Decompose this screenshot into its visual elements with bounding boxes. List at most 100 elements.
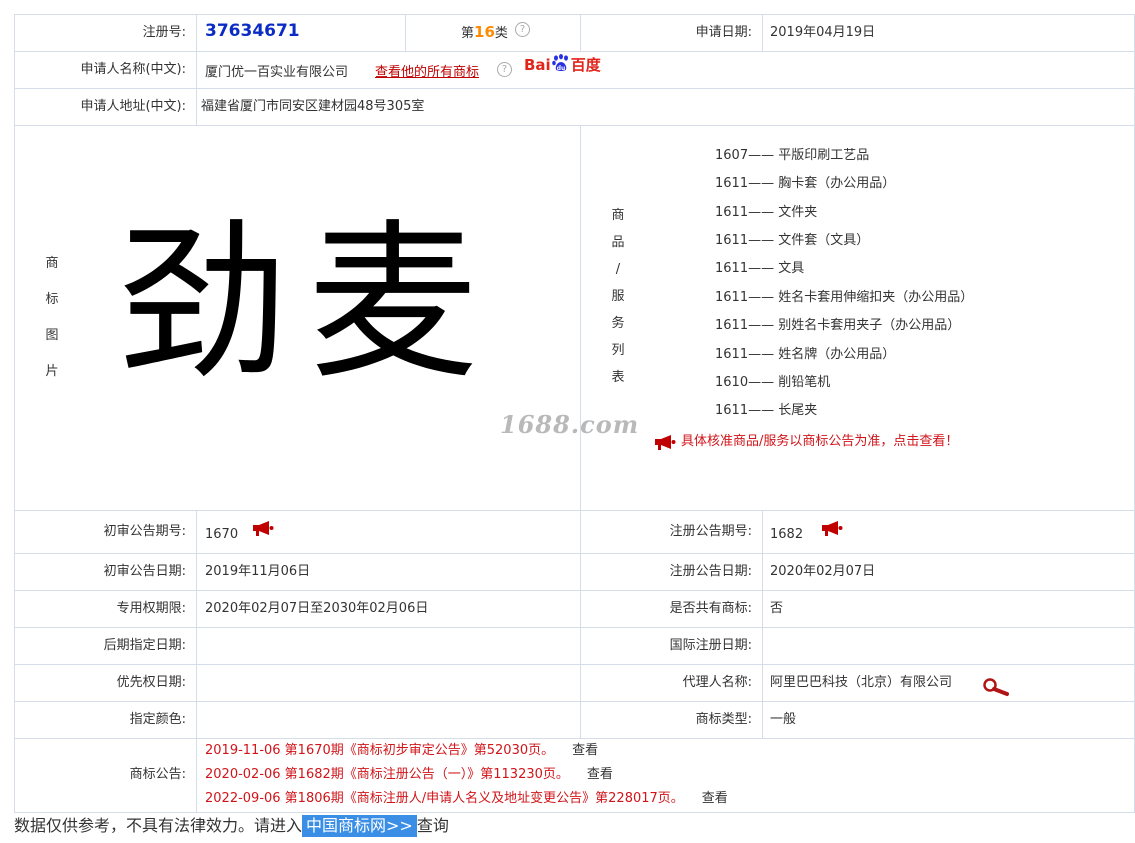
disclaimer-text: 数据仅供参考，不具有法律效力。请进入 bbox=[14, 816, 303, 835]
registration-number-label: 注册号: bbox=[142, 25, 186, 40]
registration-number: 37634671 bbox=[205, 21, 300, 41]
china-trademark-button[interactable]: 中国商标网>> bbox=[302, 815, 417, 837]
applicant-name-label: 申请人名称(中文): bbox=[80, 62, 186, 77]
announcement-view-link[interactable]: 查看 bbox=[587, 767, 613, 782]
goods-label-char: 表 bbox=[611, 370, 625, 385]
announcement-view-link[interactable]: 查看 bbox=[702, 791, 728, 806]
exclusive-term: 2020年02月07日至2030年02月06日 bbox=[205, 601, 429, 616]
prelim-announcement-no: 1670 bbox=[205, 527, 239, 542]
reg-announcement-no: 1682 bbox=[770, 527, 804, 542]
list-item: 1611—— 文件夹 bbox=[715, 203, 817, 223]
prelim-announcement-no-label: 初审公告期号: bbox=[103, 524, 186, 539]
applicant-help-icon[interactable]: ? bbox=[497, 62, 512, 77]
goods-name: 文件套（文具） bbox=[778, 233, 870, 248]
prelim-megaphone-icon[interactable] bbox=[251, 520, 274, 536]
exclusive-term-label: 专用权期限: bbox=[116, 601, 186, 616]
all-trademarks-link[interactable]: 查看他的所有商标 bbox=[375, 63, 479, 83]
list-item: 1611—— 姓名牌（办公用品） bbox=[715, 345, 895, 365]
goods-label-char: 品 bbox=[611, 235, 625, 250]
svg-text:du: du bbox=[556, 65, 565, 72]
class-help-icon[interactable]: ? bbox=[515, 22, 530, 37]
agent-label: 代理人名称: bbox=[682, 675, 752, 690]
goods-name: 削铅笔机 bbox=[778, 375, 831, 390]
class-info: 第16类 bbox=[461, 22, 508, 44]
baidu-cn-text: 百度 bbox=[570, 56, 601, 74]
announcement-text: 2022-09-06 第1806期《商标注册人/申请人名义及地址变更公告》第22… bbox=[205, 791, 684, 806]
class-suffix: 类 bbox=[494, 26, 508, 41]
megaphone-icon bbox=[653, 434, 676, 450]
image-label-char: 片 bbox=[45, 364, 59, 379]
goods-name: 姓名卡套用伸缩扣夹（办公用品） bbox=[778, 290, 974, 305]
applicant-address-label: 申请人地址(中文): bbox=[80, 99, 186, 114]
mark-type-label: 商标类型: bbox=[695, 712, 752, 727]
goods-code: 1611—— bbox=[715, 176, 775, 191]
disclaimer: 数据仅供参考，不具有法律效力。请进入 中国商标网>> 查询 bbox=[14, 814, 449, 838]
baidu-search-link[interactable]: Bai du 百度 bbox=[524, 54, 601, 75]
announcement-text: 2020-02-06 第1682期《商标注册公告（一）》第113230页。 bbox=[205, 767, 569, 782]
watermark: 1688.com bbox=[500, 410, 640, 439]
goods-code: 1611—— bbox=[715, 318, 775, 333]
baidu-paw-icon: du bbox=[551, 54, 571, 72]
announcements-label: 商标公告: bbox=[129, 767, 186, 782]
reg-date: 2020年02月07日 bbox=[770, 564, 876, 579]
list-item: 1611—— 别姓名卡套用夹子（办公用品） bbox=[715, 316, 960, 336]
baidu-logo-text: Bai bbox=[524, 56, 551, 74]
prelim-date: 2019年11月06日 bbox=[205, 564, 311, 579]
goods-label-char: 商 bbox=[611, 208, 625, 223]
goods-name: 姓名牌（办公用品） bbox=[778, 347, 896, 362]
goods-code: 1611—— bbox=[715, 261, 775, 276]
goods-label-char: / bbox=[615, 262, 621, 277]
list-item: 1611—— 胸卡套（办公用品） bbox=[715, 174, 895, 194]
goods-code: 1610—— bbox=[715, 375, 775, 390]
goods-code: 1611—— bbox=[715, 233, 775, 248]
shared-mark: 否 bbox=[770, 601, 784, 616]
search-icon[interactable] bbox=[982, 677, 1010, 697]
prelim-date-label: 初审公告日期: bbox=[103, 564, 186, 579]
intl-reg-date-label: 国际注册日期: bbox=[669, 638, 752, 653]
announcement-view-link[interactable]: 查看 bbox=[572, 743, 598, 758]
list-item: 1607—— 平版印刷工艺品 bbox=[715, 146, 869, 166]
later-designation-label: 后期指定日期: bbox=[103, 638, 186, 653]
goods-name: 平版印刷工艺品 bbox=[778, 148, 870, 163]
list-item: 1611—— 文件套（文具） bbox=[715, 231, 869, 251]
list-item: 1611—— 长尾夹 bbox=[715, 401, 817, 421]
goods-label-char: 列 bbox=[611, 343, 625, 358]
goods-code: 1611—— bbox=[715, 205, 775, 220]
apply-date-label: 申请日期: bbox=[695, 25, 752, 40]
image-label-char: 标 bbox=[45, 292, 59, 307]
goods-code: 1611—— bbox=[715, 290, 775, 305]
goods-name: 文具 bbox=[778, 261, 805, 276]
class-prefix: 第 bbox=[461, 26, 475, 41]
mark-type: 一般 bbox=[770, 712, 797, 727]
list-item: 2022-09-06 第1806期《商标注册人/申请人名义及地址变更公告》第22… bbox=[205, 789, 728, 809]
reg-megaphone-icon[interactable] bbox=[820, 520, 843, 536]
list-item: 2020-02-06 第1682期《商标注册公告（一）》第113230页。 查看 bbox=[205, 765, 613, 785]
priority-date-label: 优先权日期: bbox=[116, 675, 186, 690]
goods-name: 文件夹 bbox=[778, 205, 818, 220]
designated-color-label: 指定颜色: bbox=[129, 712, 186, 727]
class-number: 16 bbox=[474, 23, 495, 41]
announcement-text: 2019-11-06 第1670期《商标初步审定公告》第52030页。 bbox=[205, 743, 555, 758]
goods-label-char: 务 bbox=[611, 316, 625, 331]
list-item: 1611—— 文具 bbox=[715, 259, 804, 279]
goods-label-char: 服 bbox=[611, 289, 625, 304]
list-item: 1610—— 削铅笔机 bbox=[715, 373, 830, 393]
goods-code: 1611—— bbox=[715, 347, 775, 362]
shared-mark-label: 是否共有商标: bbox=[669, 601, 752, 616]
image-label-char: 图 bbox=[45, 328, 59, 343]
trademark-image-text: 劲麦 bbox=[118, 205, 499, 403]
list-item: 1611—— 姓名卡套用伸缩扣夹（办公用品） bbox=[715, 288, 973, 308]
apply-date: 2019年04月19日 bbox=[770, 25, 876, 40]
list-item: 2019-11-06 第1670期《商标初步审定公告》第52030页。 查看 bbox=[205, 741, 598, 761]
reg-date-label: 注册公告日期: bbox=[669, 564, 752, 579]
reg-announcement-no-label: 注册公告期号: bbox=[669, 524, 752, 539]
image-label-char: 商 bbox=[45, 256, 59, 271]
agent-name: 阿里巴巴科技（北京）有限公司 bbox=[770, 675, 953, 690]
goods-name: 别姓名卡套用夹子（办公用品） bbox=[778, 318, 961, 333]
goods-notice-link[interactable]: 具体核准商品/服务以商标公告为准，点击查看！ bbox=[681, 432, 958, 452]
applicant-address: 福建省厦门市同安区建材园48号305室 bbox=[201, 99, 425, 114]
applicant-name: 厦门优一百实业有限公司 bbox=[205, 65, 349, 80]
disclaimer-suffix: 查询 bbox=[416, 816, 449, 835]
goods-name: 长尾夹 bbox=[778, 403, 818, 418]
goods-code: 1611—— bbox=[715, 403, 775, 418]
